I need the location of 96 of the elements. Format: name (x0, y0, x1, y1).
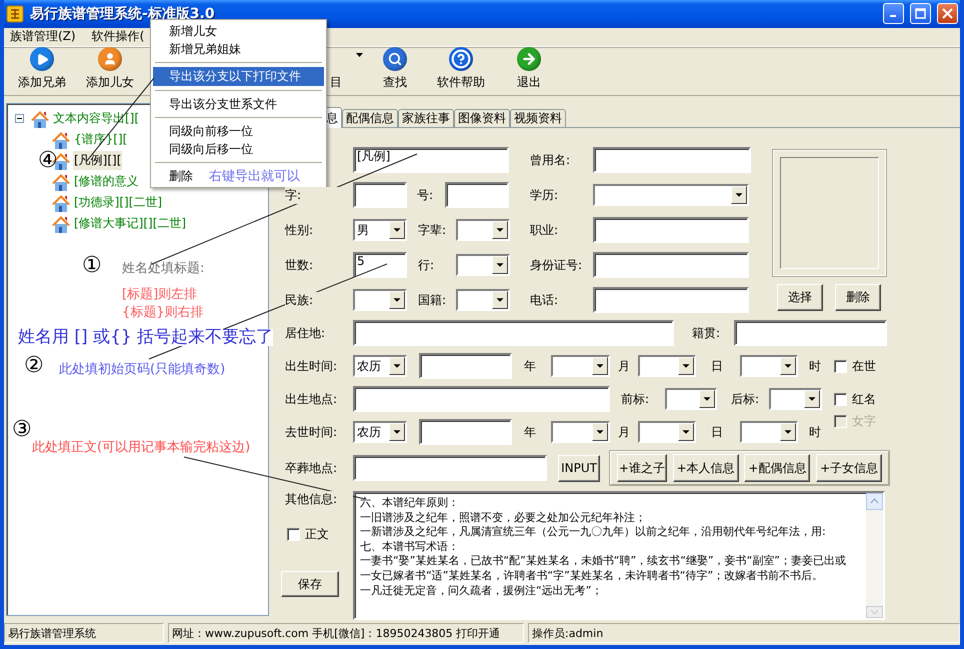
collapse-icon[interactable] (15, 114, 24, 123)
dropdown-field[interactable] (456, 254, 510, 276)
tab[interactable]: 视频资料 (510, 109, 566, 127)
menu-item[interactable]: 软件操作( (92, 28, 144, 46)
save-button[interactable]: 保存 (281, 571, 339, 597)
menu-item[interactable]: 导出该分支以下打印文件 (153, 67, 324, 86)
dropdown-field[interactable]: 男 (353, 219, 407, 241)
input-field[interactable] (419, 419, 512, 445)
checkbox-label: 在世 (852, 358, 876, 374)
input-field[interactable] (353, 320, 674, 346)
annotation-text: 右键导出就可以 (209, 168, 300, 185)
tree-item[interactable]: [修谱大事记][][二世] (73, 214, 188, 233)
annotation-text: 此处填正文(可以用记事本输完粘这边) (32, 441, 250, 454)
input-field[interactable] (734, 320, 887, 346)
dropdown-field[interactable] (551, 355, 610, 377)
text-area-field[interactable] (353, 491, 885, 620)
circled-number: ② (24, 355, 44, 377)
input-field[interactable] (419, 353, 512, 379)
input-field[interactable] (593, 147, 751, 173)
minimize-icon[interactable] (883, 3, 904, 24)
status-text: 操作员:admin (528, 623, 960, 643)
dropdown-field[interactable]: 农历 (353, 355, 407, 377)
house-icon (51, 130, 71, 150)
button[interactable]: 选择 (777, 284, 823, 310)
button[interactable]: +谁之子 (616, 454, 667, 482)
button[interactable]: +本人信息 (672, 454, 739, 482)
checkbox[interactable] (834, 360, 847, 372)
text-line: 六、本谱纪年原则： (360, 496, 459, 511)
dropdown-field[interactable] (456, 289, 510, 311)
text-line: 一凡迁徙无定音，问久疏者，援例注“远出无考”； (360, 584, 602, 598)
annotation-text: 此处填初始页码(只能填奇数) (59, 363, 226, 376)
input-button[interactable]: INPUT (558, 454, 600, 482)
input-field[interactable] (593, 252, 749, 278)
toolbar-button[interactable]: 退出 (504, 47, 554, 91)
menu-item[interactable]: 族谱管理(Z) (10, 28, 76, 46)
checkbox[interactable] (287, 528, 300, 541)
tab[interactable]: 图像资料 (454, 109, 510, 127)
annotation-text: 姓名用 [] 或{} 括号起来不要忘了 (18, 329, 274, 346)
dropdown-field[interactable] (740, 421, 798, 443)
annotation-text: 姓名处填标题: (122, 262, 204, 275)
text-line: 一旧谱涉及之纪年，照谱不变，必要之处加公元纪年补注； (360, 510, 646, 526)
input-field[interactable] (593, 217, 749, 243)
caret-icon (356, 53, 363, 57)
checkbox-label: 女字 (852, 413, 876, 430)
house-icon (51, 172, 71, 192)
dropdown-field[interactable] (638, 355, 696, 377)
field-label: 其他信息: (285, 491, 353, 508)
tree-item[interactable]: [凡例][][ (73, 151, 122, 170)
house-icon (51, 214, 71, 234)
input-field[interactable]: [凡例] (353, 147, 509, 173)
house-icon (30, 108, 50, 128)
tab[interactable]: 家族往事 (398, 109, 454, 127)
dropdown-field[interactable] (740, 355, 798, 377)
input-field[interactable] (353, 455, 547, 481)
house-icon (51, 192, 71, 212)
tree-item[interactable]: [功德录][][二世] (73, 193, 164, 212)
close-icon[interactable] (937, 3, 958, 24)
maximize-icon[interactable] (910, 3, 931, 24)
checkbox-label: 红名 (852, 390, 876, 408)
input-field[interactable] (445, 182, 509, 208)
annotation-text: {标题}则右排 (122, 306, 204, 319)
input-field[interactable] (593, 287, 749, 313)
dropdown-field[interactable] (769, 388, 822, 410)
dropdown-field[interactable] (551, 421, 610, 443)
checkbox-label: 正文 (305, 526, 329, 543)
toolbar-button[interactable]: 添加兄弟 (10, 47, 74, 91)
dropdown-field[interactable] (456, 219, 510, 241)
checkbox[interactable] (834, 392, 847, 406)
app-icon (6, 4, 24, 23)
dropdown-field[interactable] (353, 289, 407, 311)
button[interactable]: +配偶信息 (744, 454, 810, 482)
circled-number: ④ (38, 150, 58, 172)
text-line: 一女已嫁者书“适”某姓某名，许聘者书“字”某姓某名，未许聘者书“待字”；改嫁者书前不书后。 (360, 568, 824, 584)
circled-number: ① (82, 255, 102, 277)
status-text: 易行族谱管理系统 (4, 623, 164, 643)
text-line: 七、本谱书写术语： (360, 540, 459, 554)
button[interactable]: +子女信息 (816, 454, 882, 482)
circled-number: ③ (12, 419, 32, 441)
annotation-text: [标题]则左排 (122, 288, 198, 301)
status-text: 网址：www.zupusoft.com 手机[微信]：18950243805 打印开通 (168, 623, 524, 643)
dropdown-field[interactable] (593, 184, 749, 206)
toolbar-button[interactable]: 查找 (372, 47, 418, 91)
input-field[interactable] (353, 386, 610, 412)
tree-item[interactable]: [修谱的意义 (73, 172, 140, 191)
toolbar-button[interactable]: 添加儿女 (78, 47, 142, 91)
dropdown-field[interactable]: 农历 (353, 421, 407, 443)
toolbar-button[interactable]: 软件帮助 (426, 47, 496, 91)
text-line: 一新谱涉及之纪年，凡属清宣统三年（公元一九〇九年）以前之纪年，沿用朝代年号纪年法，用: (360, 525, 826, 540)
text-line: 一妻书“娶”某姓某名，已故书“配”某姓某名，未婚书“聘”，续玄书“继娶”，妾书“副室”；妻妾已出或 (360, 554, 846, 569)
button[interactable]: 删除 (835, 284, 881, 310)
menu-item-label: 删除 (169, 168, 193, 184)
dropdown-field[interactable] (665, 388, 717, 410)
tab[interactable]: 配偶信息 (342, 109, 398, 127)
input-field[interactable] (353, 182, 407, 208)
dropdown-field[interactable] (638, 421, 696, 443)
input-field[interactable]: 5 (353, 252, 407, 278)
